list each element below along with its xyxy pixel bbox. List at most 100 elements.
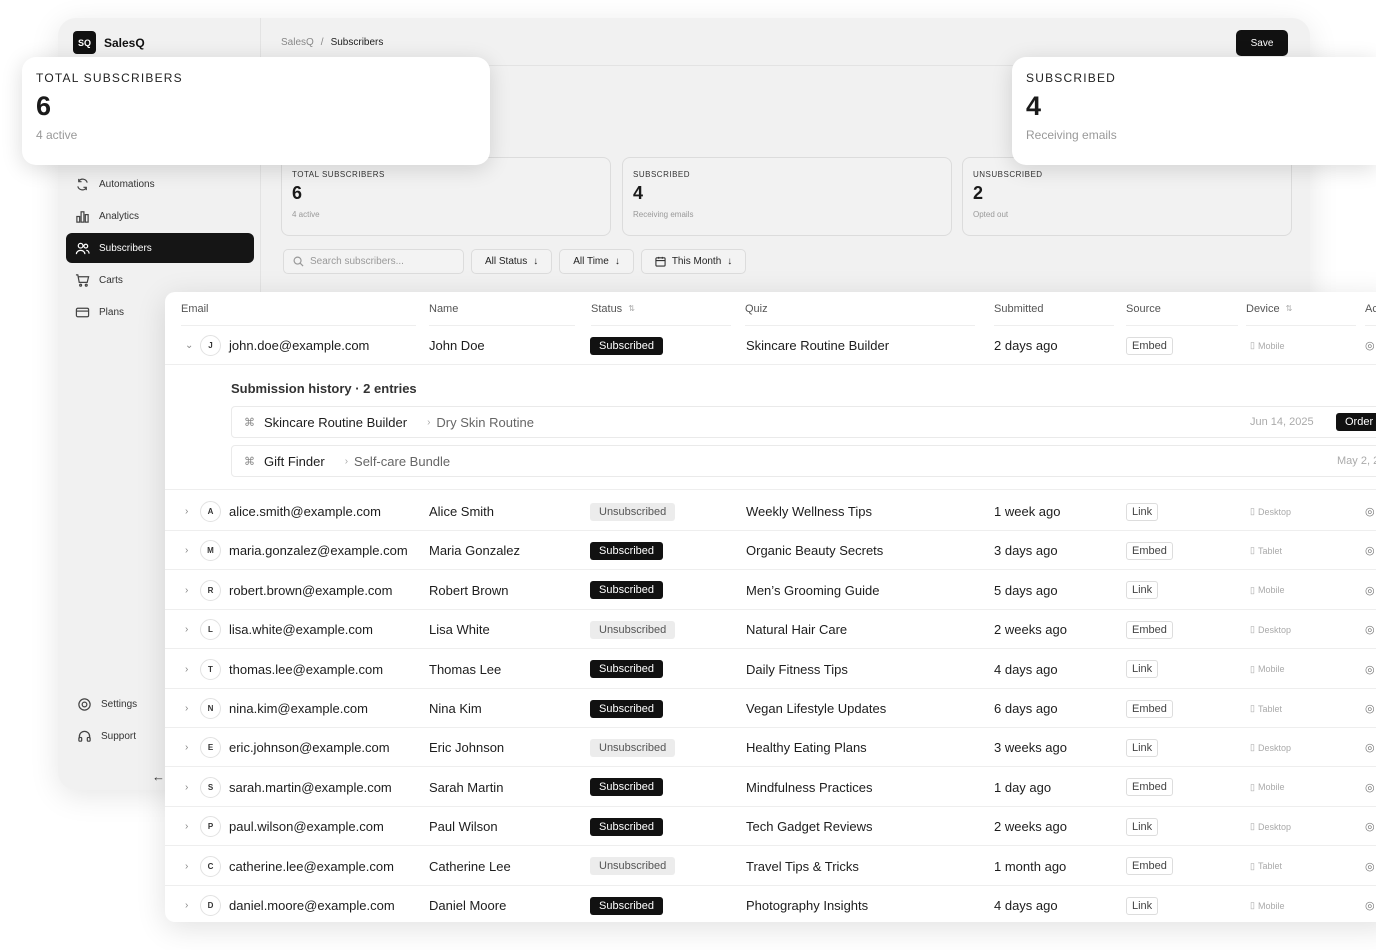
table-row[interactable]: › Mmaria.gonzalez@example.com Maria Gonzal… bbox=[165, 531, 1376, 571]
view-icon[interactable]: ◎ bbox=[1365, 571, 1375, 610]
table-row[interactable]: › Ccatherine.lee@example.com Catherine Lee… bbox=[165, 847, 1376, 886]
device-icon: ▯ bbox=[1250, 545, 1255, 556]
avatar: R bbox=[200, 579, 221, 601]
table-row[interactable]: › Llisa.white@example.com Lisa White Unsubs… bbox=[165, 610, 1376, 650]
gamepad-icon: ⌘ bbox=[244, 416, 255, 429]
submitted-cell: 2 weeks ago bbox=[994, 622, 1067, 638]
quiz-cell: Organic Beauty Secrets bbox=[746, 543, 884, 559]
quiz-cell: Men’s Grooming Guide bbox=[746, 582, 880, 598]
name-cell: Alice Smith bbox=[429, 504, 495, 519]
expand-chevron-icon[interactable]: › bbox=[185, 610, 188, 649]
subscribed-card: Subscribed 4 Receiving emails bbox=[1012, 57, 1376, 165]
table-row[interactable]: › Aalice.smith@example.com Alice Smith Unsu… bbox=[165, 492, 1376, 531]
logo[interactable]: SQ SalesQ bbox=[73, 31, 145, 54]
view-icon[interactable]: ◎ bbox=[1365, 650, 1375, 689]
sidebar-item-label: Subscribers bbox=[99, 242, 152, 254]
email-cell: robert.brown@example.com bbox=[229, 582, 393, 598]
source-badge: Embed bbox=[1126, 336, 1173, 355]
column-header-source[interactable]: Source bbox=[1126, 292, 1238, 326]
table-row[interactable]: › Rrobert.brown@example.com Robert Brown Su… bbox=[165, 571, 1376, 610]
view-icon[interactable]: ◎ bbox=[1365, 531, 1375, 570]
expand-chevron-icon[interactable]: › bbox=[185, 689, 188, 728]
table-row[interactable]: ⌄ Jjohn.doe@example.com John Doe Subscribed… bbox=[165, 326, 1376, 365]
view-icon[interactable]: ◎ bbox=[1365, 807, 1375, 846]
expand-chevron-icon[interactable]: › bbox=[185, 492, 188, 531]
expand-chevron-icon[interactable]: › bbox=[185, 807, 188, 846]
expand-chevron-icon[interactable]: › bbox=[185, 847, 188, 886]
card-label: Subscribed bbox=[1026, 71, 1117, 85]
device-icon: ▯ bbox=[1250, 742, 1255, 753]
email-cell: thomas.lee@example.com bbox=[229, 661, 384, 677]
time-filter-label: All Time bbox=[573, 256, 609, 267]
table-row[interactable]: › Ppaul.wilson@example.com Paul Wilson Subs… bbox=[165, 807, 1376, 847]
column-header-quiz[interactable]: Quiz bbox=[745, 292, 975, 326]
view-icon[interactable]: ◎ bbox=[1365, 689, 1375, 728]
device-label: Desktop bbox=[1257, 624, 1291, 635]
expand-chevron-icon[interactable]: › bbox=[185, 768, 188, 807]
device-label: Tablet bbox=[1257, 545, 1282, 556]
table-row[interactable]: › Eeric.johnson@example.com Eric Johnson Un… bbox=[165, 728, 1376, 768]
sidebar-item-automations[interactable]: Automations bbox=[66, 169, 254, 199]
column-header-status[interactable]: Status ⇅ bbox=[591, 292, 731, 326]
view-icon[interactable]: ◎ bbox=[1365, 326, 1375, 365]
expand-chevron-icon[interactable]: › bbox=[185, 650, 188, 689]
column-header-actions[interactable]: Ac bbox=[1365, 292, 1376, 326]
expand-chevron-icon[interactable]: › bbox=[185, 728, 188, 767]
view-icon[interactable]: ◎ bbox=[1365, 728, 1375, 767]
chevron-right-icon: › bbox=[344, 455, 349, 467]
avatar: D bbox=[200, 895, 221, 916]
avatar: P bbox=[200, 816, 221, 838]
submitted-cell: 2 weeks ago bbox=[994, 819, 1067, 835]
expand-chevron-icon[interactable]: › bbox=[185, 886, 188, 922]
collapse-sidebar-icon[interactable]: ← bbox=[152, 769, 165, 784]
expand-chevron-icon[interactable]: ⌄ bbox=[185, 326, 193, 365]
column-header-name[interactable]: Name bbox=[429, 292, 575, 326]
expand-chevron-icon[interactable]: › bbox=[185, 531, 188, 570]
status-filter-label: All Status bbox=[485, 256, 528, 267]
stat-card-subscribed: Subscribed 4 Receiving emails bbox=[622, 157, 952, 236]
logo-text: SalesQ bbox=[104, 35, 145, 50]
history-entry[interactable]: ⌘ Gift Finder › Self-care Bundle May 2, … bbox=[231, 445, 1376, 477]
breadcrumb-root[interactable]: SalesQ bbox=[281, 37, 314, 48]
submission-history: Submission history · 2 entries ⌘ Skincar… bbox=[165, 365, 1376, 490]
table-row[interactable]: › Ddaniel.moore@example.com Daniel Moore Su… bbox=[165, 886, 1376, 922]
sidebar-item-analytics[interactable]: Analytics bbox=[66, 201, 254, 231]
time-filter[interactable]: All Time ↓ bbox=[559, 249, 634, 274]
expand-chevron-icon[interactable]: › bbox=[185, 571, 188, 610]
status-filter[interactable]: All Status ↓ bbox=[471, 249, 553, 274]
date-range-filter[interactable]: This Month ↓ bbox=[640, 249, 747, 274]
device-cell: ▯ Tablet bbox=[1250, 545, 1282, 556]
search-input[interactable]: Search subscribers... bbox=[283, 249, 464, 274]
device-icon: ▯ bbox=[1250, 506, 1255, 516]
stat-label: Total Subscribers bbox=[292, 170, 385, 179]
sidebar-item-carts[interactable]: Carts bbox=[66, 265, 254, 295]
email-cell: maria.gonzalez@example.com bbox=[229, 543, 408, 559]
column-header-email[interactable]: Email bbox=[181, 292, 416, 326]
device-cell: ▯ Mobile bbox=[1250, 782, 1284, 793]
sort-icon[interactable]: ⇅ bbox=[628, 304, 635, 313]
view-icon[interactable]: ◎ bbox=[1365, 610, 1375, 649]
table-row[interactable]: › Ssarah.martin@example.com Sarah Martin Su… bbox=[165, 768, 1376, 807]
sidebar-item-subscribers[interactable]: Subscribers bbox=[66, 233, 254, 263]
device-cell: ▯ Mobile bbox=[1250, 900, 1284, 911]
view-icon[interactable]: ◎ bbox=[1365, 492, 1375, 531]
history-date: Jun 14, 2025 bbox=[1250, 416, 1314, 428]
sidebar-item-label: Plans bbox=[99, 306, 125, 318]
view-icon[interactable]: ◎ bbox=[1365, 768, 1375, 807]
column-header-device[interactable]: Device ⇅ bbox=[1246, 292, 1356, 326]
save-button[interactable]: Save bbox=[1236, 30, 1288, 56]
table-row[interactable]: › Tthomas.lee@example.com Thomas Lee Subscr… bbox=[165, 650, 1376, 689]
card-value: 4 bbox=[1026, 91, 1042, 121]
history-entry[interactable]: ⌘ Skincare Routine Builder › Dry Skin Ro… bbox=[231, 406, 1376, 438]
table-row[interactable]: › Nnina.kim@example.com Nina Kim Subscribed… bbox=[165, 689, 1376, 728]
view-icon[interactable]: ◎ bbox=[1365, 847, 1375, 886]
column-header-submitted[interactable]: Submitted bbox=[994, 292, 1114, 326]
status-badge: Subscribed bbox=[590, 660, 664, 679]
sort-icon[interactable]: ⇅ bbox=[1286, 304, 1293, 313]
name-cell: Robert Brown bbox=[429, 582, 509, 598]
source-badge: Link bbox=[1126, 738, 1159, 757]
date-range-label: This Month bbox=[671, 256, 722, 267]
view-icon[interactable]: ◎ bbox=[1365, 886, 1375, 922]
device-label: Mobile bbox=[1257, 664, 1285, 675]
avatar: S bbox=[200, 776, 221, 798]
